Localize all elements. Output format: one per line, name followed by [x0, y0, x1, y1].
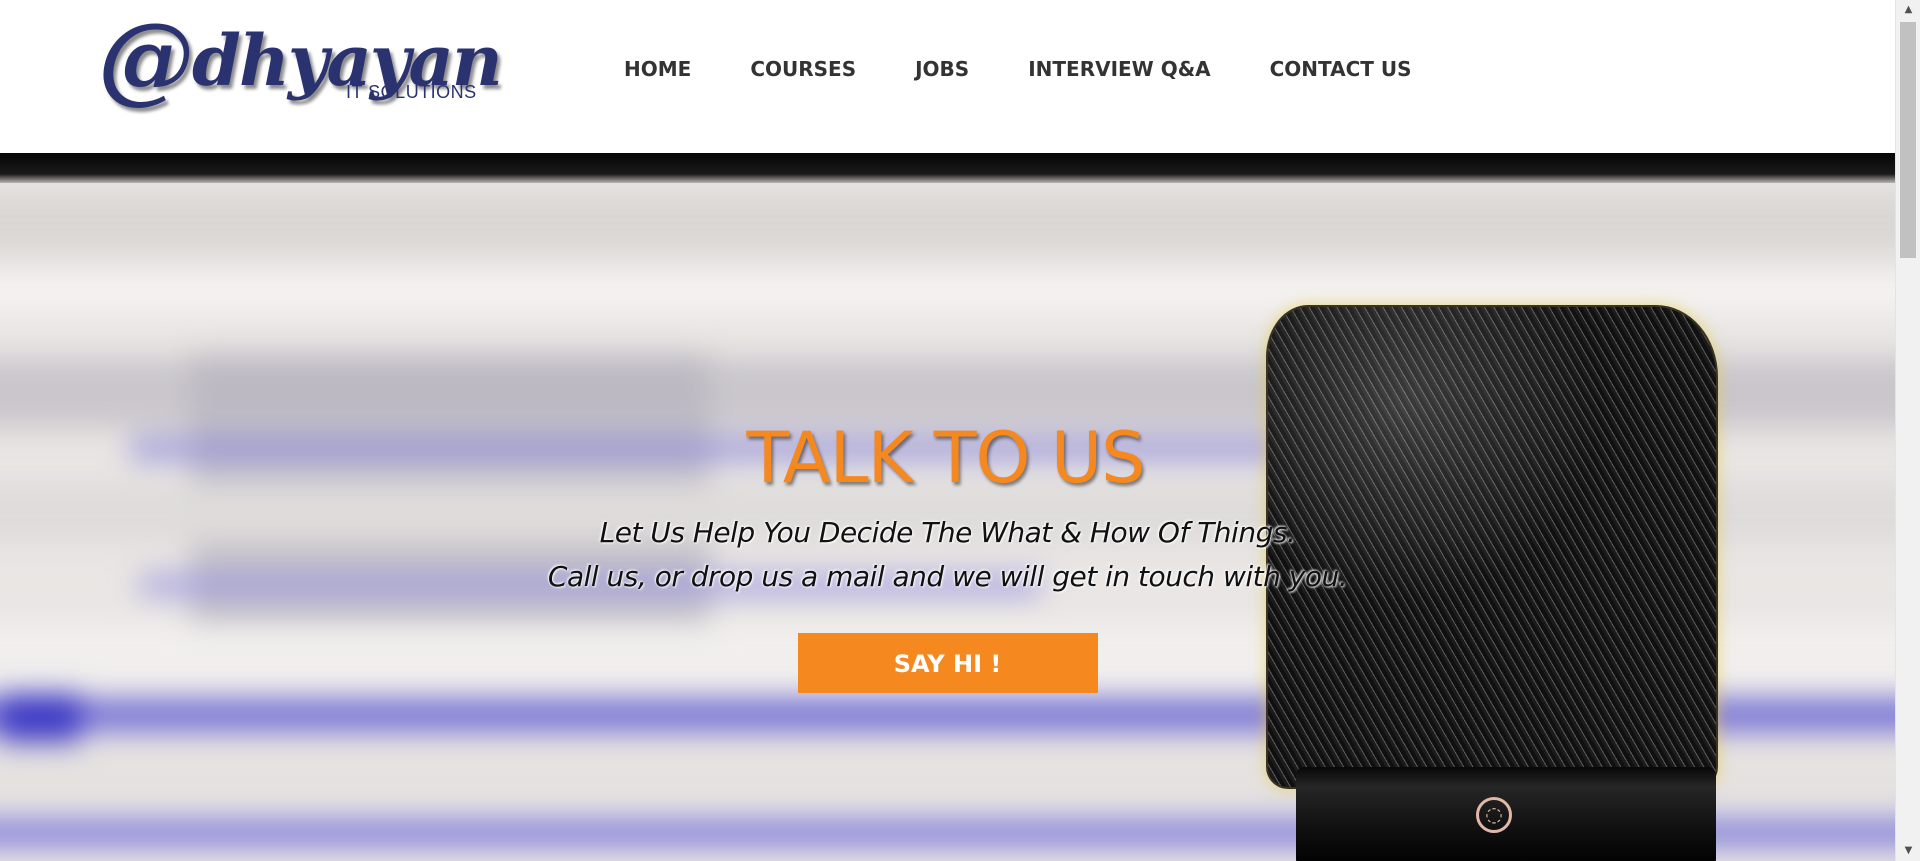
hero-subtitle-line-2: Call us, or drop us a mail and we will g… [547, 560, 1348, 593]
page: @dhyayan IT SOLUTIONS HOME COURSES JOBS … [0, 0, 1920, 861]
nav-home[interactable]: HOME [624, 57, 691, 81]
hero-top-shadow [0, 153, 1895, 183]
nav-courses[interactable]: COURSES [750, 57, 856, 81]
scrollbar-thumb[interactable] [1900, 22, 1916, 258]
site-logo[interactable]: @dhyayan IT SOLUTIONS [98, 1, 503, 122]
hero-subtitle-line-1: Let Us Help You Decide The What & How Of… [599, 516, 1296, 549]
scroll-down-arrow-icon[interactable]: ▼ [1896, 841, 1920, 861]
microphone-logo-icon: ◌ [1476, 797, 1512, 833]
site-header: @dhyayan IT SOLUTIONS HOME COURSES JOBS … [0, 0, 1895, 153]
hero-title: TALK TO US [746, 417, 1145, 499]
nav-interview-qa[interactable]: INTERVIEW Q&A [1028, 57, 1210, 81]
logo-at-sign: @ [98, 1, 194, 114]
main-nav: HOME COURSES JOBS INTERVIEW Q&A CONTACT … [624, 57, 1412, 81]
scroll-up-arrow-icon[interactable]: ▲ [1896, 0, 1920, 20]
vertical-scrollbar[interactable]: ▲ ▼ [1895, 0, 1920, 861]
hero-banner: ◌ TALK TO US Let Us Help You Decide The … [0, 153, 1895, 861]
hero-content: TALK TO US Let Us Help You Decide The Wh… [0, 423, 1895, 693]
say-hi-button[interactable]: SAY HI ! [797, 633, 1098, 693]
nav-contact-us[interactable]: CONTACT US [1270, 57, 1412, 81]
logo-tagline: IT SOLUTIONS [346, 82, 477, 102]
nav-jobs[interactable]: JOBS [915, 57, 969, 81]
